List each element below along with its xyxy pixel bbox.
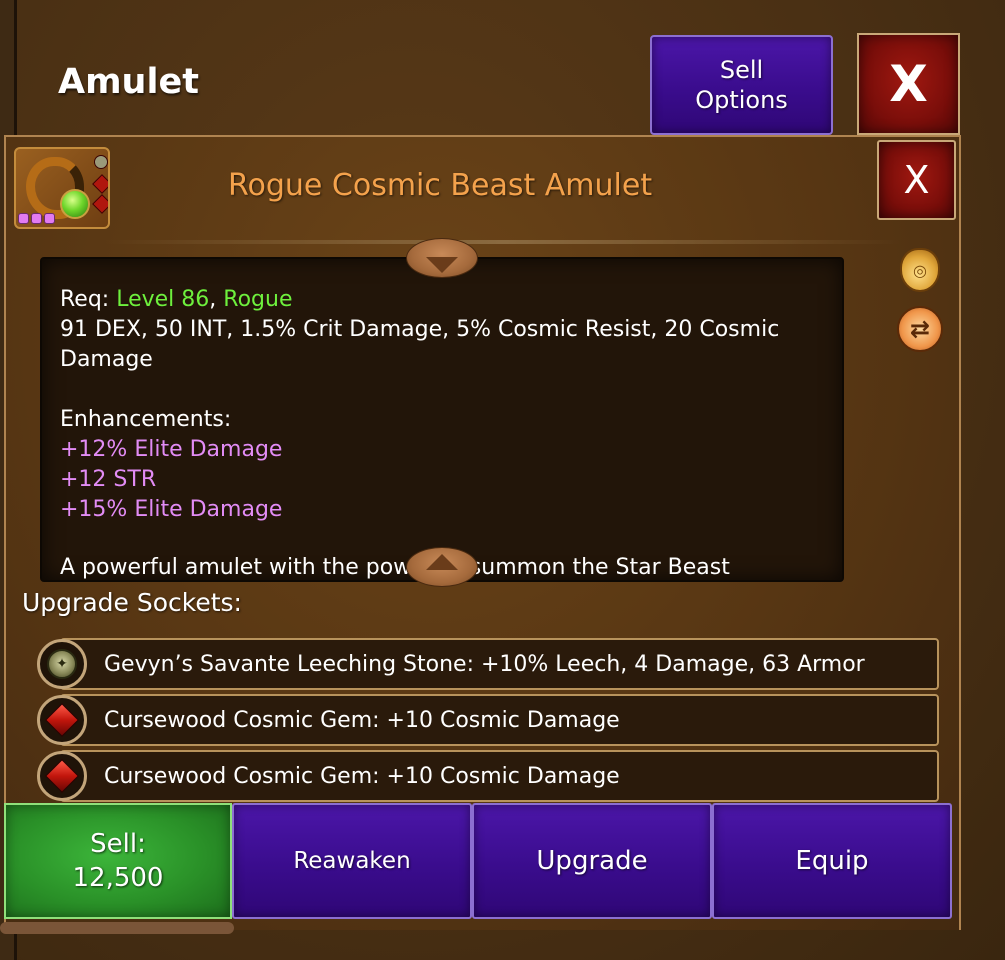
socket-row[interactable]: Gevyn’s Savante Leeching Stone: +10% Lee… [60,638,939,690]
amulet-item-icon [14,147,110,229]
socket-label: Cursewood Cosmic Gem: +10 Cosmic Damage [104,707,620,733]
red-gem-icon [37,695,87,745]
item-socket-icon [94,155,108,169]
enhancement-line: +12 STR [60,467,157,492]
red-gem-icon [37,751,87,801]
socket-label: Cursewood Cosmic Gem: +10 Cosmic Damage [104,763,620,789]
chevron-down-icon [426,257,458,273]
header-divider [105,240,900,244]
upgrade-button[interactable]: Upgrade [472,803,712,919]
equip-button[interactable]: Equip [712,803,952,919]
swap-arrows-icon[interactable]: ⇄ [897,306,943,352]
item-stats: 91 DEX, 50 INT, 1.5% Crit Damage, 5% Cos… [60,317,780,372]
sell-button[interactable]: Sell: 12,500 [4,803,232,919]
window-title: Amulet [58,62,199,102]
enhancement-line: +12% Elite Damage [60,437,283,462]
socket-row[interactable]: Cursewood Cosmic Gem: +10 Cosmic Damage [60,750,939,802]
req-separator: , [209,287,217,312]
rarity-pips [18,213,55,224]
sell-options-label-line1: Sell [719,56,764,84]
upgrade-sockets-title: Upgrade Sockets: [22,588,242,617]
item-name: Rogue Cosmic Beast Amulet [228,168,653,203]
close-dialog-button[interactable]: X [877,140,956,220]
amulet-gem-shape [60,189,90,219]
req-label: Req: [60,287,110,312]
reawaken-button[interactable]: Reawaken [232,803,472,919]
sell-options-label-line2: Options [695,86,788,114]
req-class: Rogue [223,287,293,312]
socket-row[interactable]: Cursewood Cosmic Gem: +10 Cosmic Damage [60,694,939,746]
rarity-pip [44,213,55,224]
action-bar: Sell: 12,500 Reawaken Upgrade Equip [4,803,956,919]
item-socket-icon [92,194,108,214]
item-description-box[interactable]: Req: Level 86, Rogue 91 DEX, 50 INT, 1.5… [40,257,844,582]
sell-options-button[interactable]: Sell Options [650,35,833,135]
rarity-pip [31,213,42,224]
gold-bag-icon[interactable]: ◎ [900,248,940,292]
chevron-up-icon [426,554,458,570]
scroll-up-button[interactable] [406,238,478,278]
leeching-stone-icon: ✦ [37,639,87,689]
requirement-line: Req: Level 86, Rogue [60,285,835,315]
enhancements-label: Enhancements: [60,407,232,432]
scroll-down-button[interactable] [406,547,478,587]
enhancement-line: +15% Elite Damage [60,497,283,522]
sell-label: Sell: [90,829,146,859]
socket-label: Gevyn’s Savante Leeching Stone: +10% Lee… [104,651,865,677]
close-window-button[interactable]: X [857,33,960,135]
item-description-text: Req: Level 86, Rogue 91 DEX, 50 INT, 1.5… [60,285,835,525]
req-level: Level 86 [116,287,210,312]
sell-price: 12,500 [72,863,164,893]
item-socket-icon [92,174,108,194]
horizontal-scrollbar[interactable] [0,922,234,934]
rarity-pip [18,213,29,224]
